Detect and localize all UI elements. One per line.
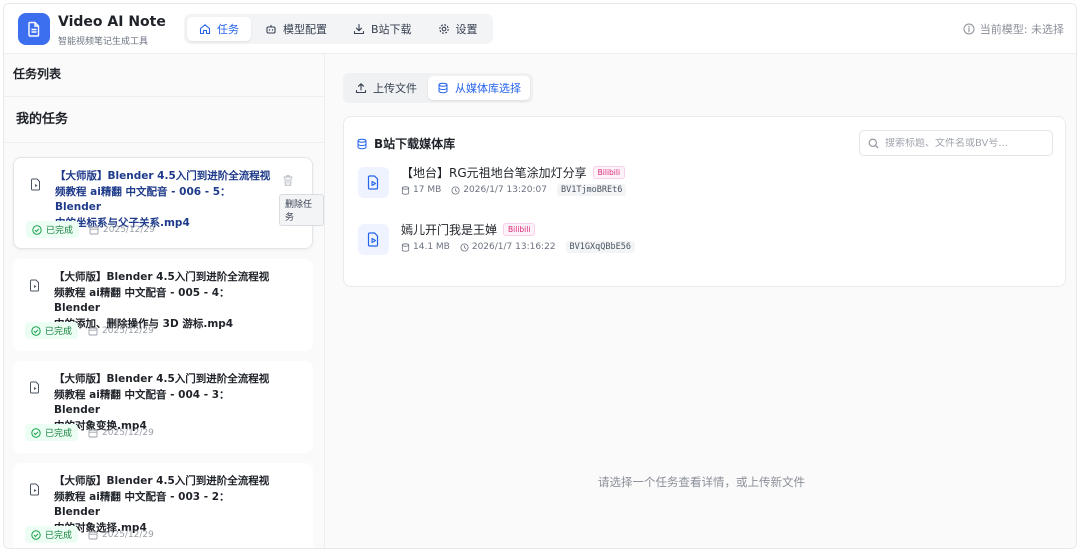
clock-icon — [451, 186, 460, 194]
nav-tab-model-config-label: 模型配置 — [283, 23, 327, 36]
task-card[interactable]: 【大师版】Blender 4.5入门到进阶全流程视 频教程 ai精翻 中文配音 … — [13, 157, 313, 249]
video-file-icon — [358, 167, 389, 198]
task-card[interactable]: 【大师版】Blender 4.5入门到进阶全流程视 频教程 ai精翻 中文配音 … — [13, 361, 313, 453]
document-icon — [28, 21, 40, 37]
trash-icon — [283, 175, 293, 186]
nav-tab-bili-download-label: B站下载 — [371, 23, 412, 36]
tab-upload-file[interactable]: 上传文件 — [346, 76, 426, 100]
task-meta: 已完成 2025/12/29 — [26, 221, 155, 238]
media-item[interactable]: 嫣儿开门我是王婵 Bilibili 14.1 MB 2026/1/7 13:16… — [358, 218, 1048, 262]
source-tabs: 上传文件 从媒体库选择 — [343, 73, 533, 103]
robot-icon — [266, 25, 276, 34]
media-meta: 17 MB 2026/1/7 13:20:07 BV1TjmoBREt6 — [401, 184, 627, 196]
app-title: Video AI Note — [58, 14, 166, 30]
upload-icon — [355, 83, 367, 94]
library-header: B站下载媒体库 — [356, 135, 455, 152]
file-size: 14.1 MB — [401, 242, 450, 252]
main-nav: 任务 模型配置 B站下载 设置 — [184, 14, 493, 44]
storage-icon — [401, 185, 410, 195]
nav-tab-bili-download[interactable]: B站下载 — [341, 17, 424, 41]
app-logo — [18, 13, 50, 45]
clock-icon — [460, 243, 469, 251]
sidebar-header: 任务列表 — [4, 54, 324, 97]
check-circle-icon — [31, 529, 41, 540]
download-time: 2026/1/7 13:20:07 — [451, 185, 547, 195]
nav-tab-settings-label: 设置 — [455, 23, 478, 36]
model-status-text: 当前模型: 未选择 — [979, 23, 1064, 36]
task-sidebar: 任务列表 我的任务 【大师版】Blender 4.5入门到进阶全流程视 频教程 … — [4, 54, 325, 548]
download-icon — [353, 23, 365, 35]
source-badge: Bilibili — [592, 166, 626, 179]
calendar-icon — [88, 428, 98, 437]
app-window: Video AI Note 智能视频笔记生成工具 任务 模型配置 B站下载 设置… — [3, 3, 1077, 549]
task-date: 2025/12/29 — [89, 225, 155, 235]
delete-task-tooltip: 删除任务 — [279, 194, 324, 226]
library-title: B站下载媒体库 — [374, 137, 456, 151]
video-file-icon — [358, 224, 389, 255]
database-icon — [357, 138, 367, 149]
nav-tab-tasks-label: 任务 — [217, 23, 239, 36]
nav-tab-tasks[interactable]: 任务 — [187, 17, 251, 41]
tab-media-library[interactable]: 从媒体库选择 — [428, 76, 530, 100]
media-title: 嫣儿开门我是王婵 — [401, 223, 498, 237]
search-input[interactable] — [885, 137, 1045, 149]
status-badge: 已完成 — [25, 322, 79, 339]
model-status: 当前模型: 未选择 — [963, 21, 1064, 37]
check-circle-icon — [31, 325, 41, 336]
check-circle-icon — [31, 427, 41, 438]
status-badge: 已完成 — [25, 526, 79, 543]
library-search[interactable] — [859, 130, 1053, 156]
download-time: 2026/1/7 13:16:22 — [460, 242, 556, 252]
app-subtitle: 智能视频笔记生成工具 — [58, 37, 149, 47]
media-item[interactable]: 【地台】RG元祖地台笔涂加灯分享 Bilibili 17 MB 2026/1/7… — [358, 161, 1048, 205]
video-file-icon — [28, 176, 44, 192]
nav-tab-settings[interactable]: 设置 — [426, 17, 490, 41]
check-circle-icon — [32, 224, 42, 235]
video-file-icon — [27, 277, 43, 293]
database-icon — [438, 82, 448, 94]
calendar-icon — [89, 225, 99, 234]
file-size: 17 MB — [401, 185, 441, 195]
video-file-icon — [27, 379, 43, 395]
info-circle-icon — [963, 23, 975, 35]
media-title: 【地台】RG元祖地台笔涂加灯分享 — [401, 166, 587, 180]
home-icon — [199, 24, 211, 35]
task-meta: 已完成 2025/12/29 — [25, 322, 154, 339]
storage-icon — [401, 242, 410, 252]
calendar-icon — [88, 530, 98, 539]
top-header: Video AI Note 智能视频笔记生成工具 任务 模型配置 B站下载 设置… — [4, 4, 1076, 54]
task-meta: 已完成 2025/12/29 — [25, 424, 154, 441]
task-card[interactable]: 【大师版】Blender 4.5入门到进阶全流程视 频教程 ai精翻 中文配音 … — [13, 259, 313, 351]
nav-tab-model-config[interactable]: 模型配置 — [253, 17, 339, 41]
task-date: 2025/12/29 — [88, 428, 154, 438]
task-card[interactable]: 【大师版】Blender 4.5入门到进阶全流程视 频教程 ai精翻 中文配音 … — [13, 463, 313, 548]
task-date: 2025/12/29 — [88, 326, 154, 336]
delete-task-button[interactable] — [282, 174, 296, 188]
search-icon — [868, 138, 879, 148]
task-date: 2025/12/29 — [88, 530, 154, 540]
calendar-icon — [88, 326, 98, 335]
video-file-icon — [27, 481, 43, 497]
media-meta: 14.1 MB 2026/1/7 13:16:22 BV1GXqQBbE56 — [401, 241, 635, 253]
status-badge: 已完成 — [26, 221, 80, 238]
task-meta: 已完成 2025/12/29 — [25, 526, 154, 543]
main-panel: 上传文件 从媒体库选择 B站下载媒体库 【地台】R — [325, 54, 1076, 548]
gear-icon — [438, 24, 449, 34]
bv-id: BV1GXqQBbE56 — [565, 241, 635, 253]
status-badge: 已完成 — [25, 424, 79, 441]
source-badge: Bilibili — [503, 223, 536, 236]
empty-state-hint: 请选择一个任务查看详情，或上传新文件 — [598, 475, 805, 489]
bv-id: BV1TjmoBREt6 — [556, 184, 627, 196]
my-tasks-heading: 我的任务 — [4, 97, 324, 143]
media-library-panel: B站下载媒体库 【地台】RG元祖地台笔涂加灯分享 Bilibili — [343, 116, 1066, 287]
